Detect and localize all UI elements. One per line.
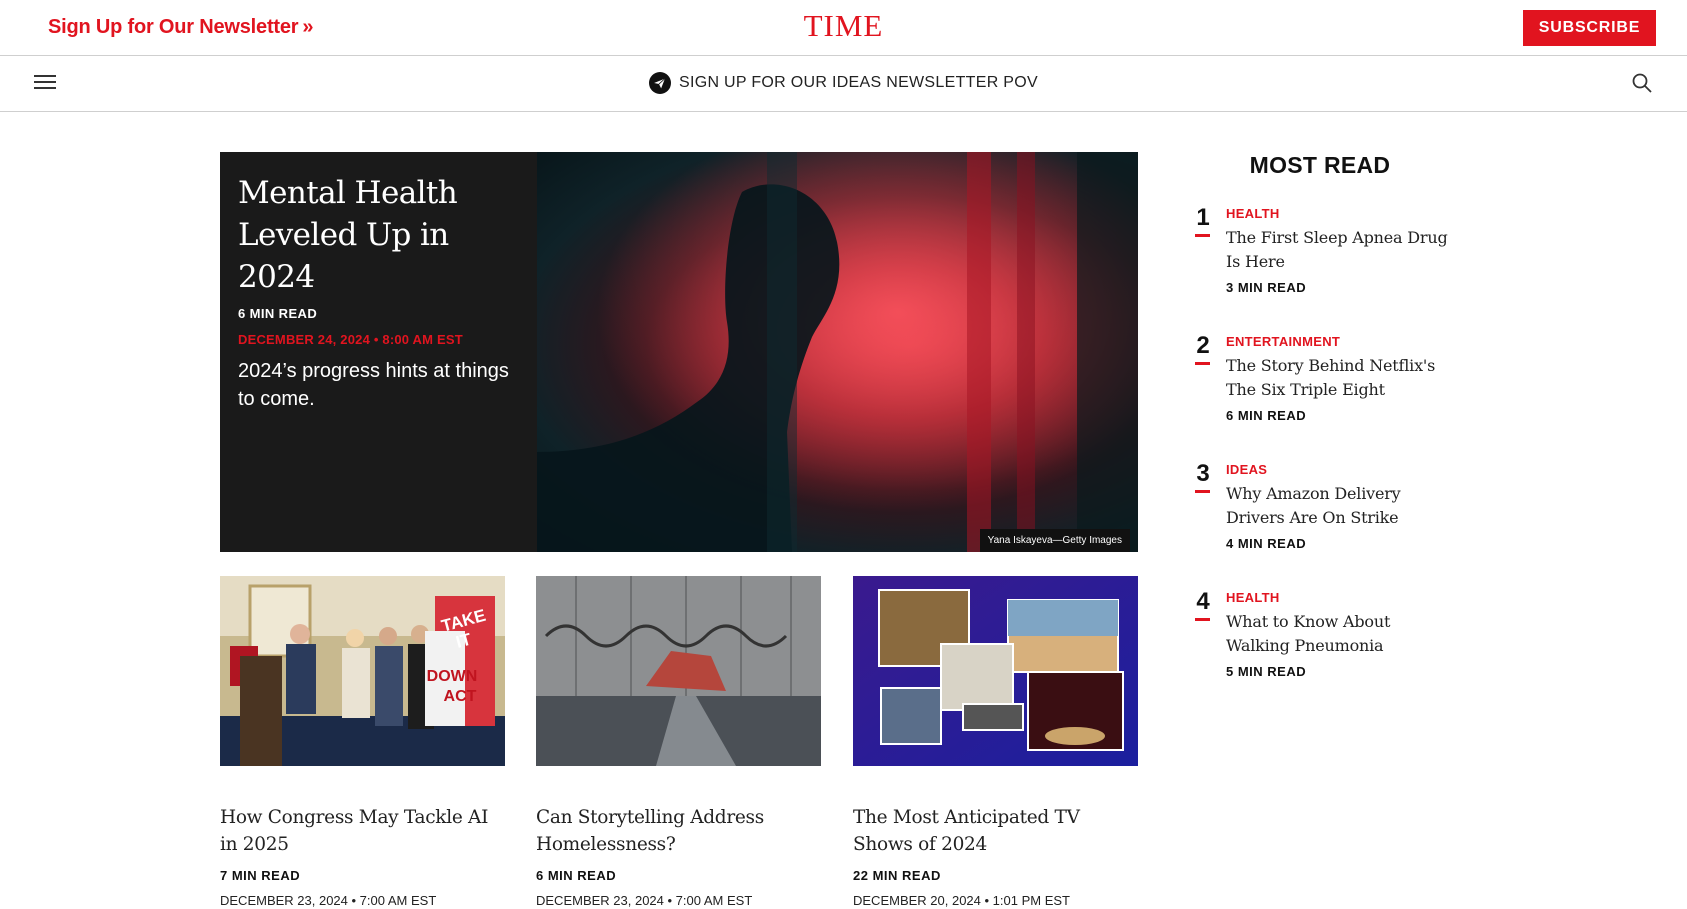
most-read-rank: 1	[1196, 204, 1210, 231]
article-title[interactable]: Can Storytelling Address Homelessness?	[536, 804, 821, 858]
svg-text:ACT: ACT	[444, 688, 477, 705]
rank-underline	[1195, 490, 1210, 493]
most-read-category[interactable]: IDEAS	[1226, 462, 1267, 477]
hero-date: DECEMBER 24, 2024 • 8:00 AM EST	[238, 332, 463, 347]
top-bar: Sign Up for Our Newsletter» TIME SUBSCRI…	[0, 0, 1687, 56]
homelessness-photo	[536, 576, 821, 766]
most-read-category[interactable]: HEALTH	[1226, 206, 1280, 221]
most-read-read-time: 5 MIN READ	[1226, 664, 1307, 679]
article-read-time: 6 MIN READ	[536, 868, 617, 883]
article-card[interactable]: TAKE IT DOWN ACT How Congress May Tackle…	[220, 576, 505, 908]
article-image[interactable]	[536, 576, 821, 766]
article-title[interactable]: How Congress May Tackle AI in 2025	[220, 804, 505, 858]
article-card[interactable]: Can Storytelling Address Homelessness? 6…	[536, 576, 821, 908]
most-read-title[interactable]: What to Know About Walking Pneumonia	[1226, 610, 1456, 658]
most-read-read-time: 3 MIN READ	[1226, 280, 1307, 295]
svg-text:DOWN: DOWN	[427, 668, 478, 685]
article-read-time: 22 MIN READ	[853, 868, 941, 883]
most-read-heading: MOST READ	[1249, 152, 1391, 178]
article-card[interactable]: The Most Anticipated TV Shows of 2024 22…	[853, 576, 1138, 908]
most-read-title[interactable]: The First Sleep Apnea Drug Is Here	[1226, 226, 1456, 274]
ideas-newsletter-link[interactable]: SIGN UP FOR OUR IDEAS NEWSLETTER POV	[0, 72, 1687, 94]
article-title[interactable]: The Most Anticipated TV Shows of 2024	[853, 804, 1138, 858]
most-read-title[interactable]: Why Amazon Delivery Drivers Are On Strik…	[1226, 482, 1456, 530]
hero-read-time: 6 MIN READ	[238, 306, 318, 321]
article-date: DECEMBER 23, 2024 • 7:00 AM EST	[220, 893, 437, 908]
article-date: DECEMBER 23, 2024 • 7:00 AM EST	[536, 893, 753, 908]
hero-text-block: Mental Health Leveled Up in 2024 6 MIN R…	[238, 172, 528, 413]
photo-credit: Yana Iskayeva—Getty Images	[979, 529, 1130, 552]
most-read-rank: 3	[1196, 460, 1210, 487]
most-read-item[interactable]: 3 IDEAS Why Amazon Delivery Drivers Are …	[1195, 460, 1455, 560]
time-logo[interactable]: TIME	[0, 8, 1687, 44]
ideas-newsletter-label: SIGN UP FOR OUR IDEAS NEWSLETTER POV	[678, 74, 1038, 91]
hero-title[interactable]: Mental Health Leveled Up in 2024	[238, 172, 528, 298]
rank-underline	[1195, 362, 1210, 365]
most-read-title[interactable]: The Story Behind Netflix's The Six Tripl…	[1226, 354, 1456, 402]
article-date: DECEMBER 20, 2024 • 1:01 PM EST	[853, 893, 1070, 908]
article-image[interactable]: TAKE IT DOWN ACT	[220, 576, 505, 766]
nav-bar: SIGN UP FOR OUR IDEAS NEWSLETTER POV	[0, 56, 1687, 112]
paper-plane-icon	[648, 72, 671, 94]
search-icon[interactable]	[1630, 71, 1654, 95]
hero-article[interactable]: Mental Health Leveled Up in 2024 6 MIN R…	[220, 152, 1138, 552]
rank-underline	[1195, 234, 1210, 237]
congress-photo: TAKE IT DOWN ACT	[220, 576, 505, 766]
most-read-read-time: 6 MIN READ	[1226, 408, 1307, 423]
most-read-item[interactable]: 2 ENTERTAINMENT The Story Behind Netflix…	[1195, 332, 1455, 432]
tv-shows-collage	[853, 576, 1138, 766]
most-read-item[interactable]: 1 HEALTH The First Sleep Apnea Drug Is H…	[1195, 204, 1455, 304]
article-image[interactable]	[853, 576, 1138, 766]
most-read-category[interactable]: ENTERTAINMENT	[1226, 334, 1340, 349]
most-read-rank: 4	[1196, 588, 1210, 615]
most-read-rank: 2	[1196, 332, 1210, 359]
hero-description: 2024’s progress hints at things to come.	[238, 360, 509, 410]
article-read-time: 7 MIN READ	[220, 868, 301, 883]
rank-underline	[1195, 618, 1210, 621]
most-read-item[interactable]: 4 HEALTH What to Know About Walking Pneu…	[1195, 588, 1455, 688]
hero-photo-illustration	[537, 152, 1138, 552]
most-read-category[interactable]: HEALTH	[1226, 590, 1280, 605]
hero-image[interactable]: Yana Iskayeva—Getty Images	[537, 152, 1138, 552]
subscribe-button[interactable]: SUBSCRIBE	[1523, 10, 1656, 46]
most-read-read-time: 4 MIN READ	[1226, 536, 1307, 551]
